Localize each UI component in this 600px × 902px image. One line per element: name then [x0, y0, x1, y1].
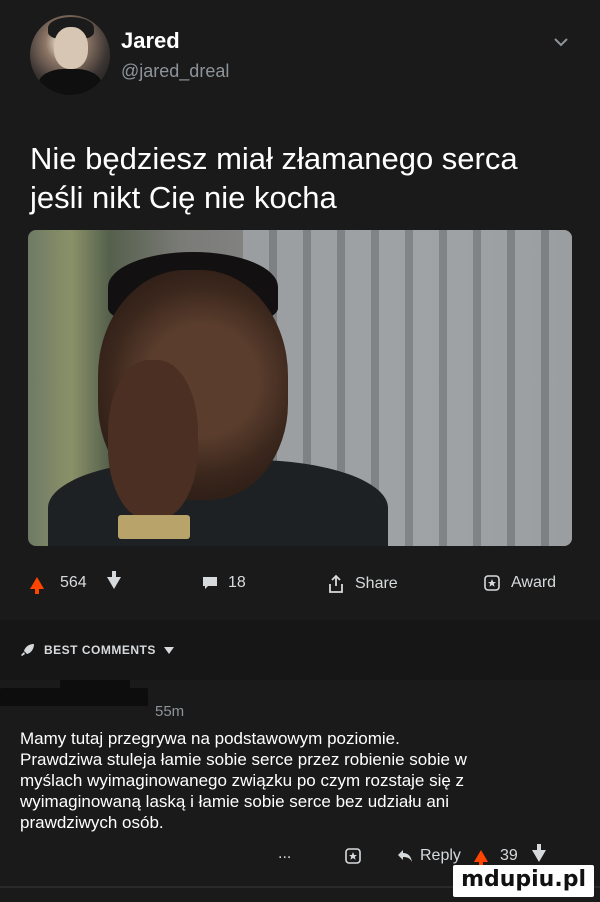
author-name[interactable]: Jared: [121, 28, 180, 54]
award-icon: [344, 847, 362, 865]
downvote-icon[interactable]: [531, 844, 546, 862]
comment-score: 39: [500, 847, 518, 864]
award-label: Award: [511, 574, 557, 591]
reply-label: Reply: [420, 847, 461, 864]
comment-count: 18: [228, 574, 246, 591]
comment-body: Mamy tutaj przegrywa na podstawowym pozi…: [20, 729, 467, 832]
post-author[interactable]: Jared @jared_dreal: [30, 15, 570, 99]
post-score: 564: [60, 574, 87, 591]
comments-button[interactable]: 18: [202, 574, 246, 592]
more-options-label: ...: [278, 845, 292, 862]
rocket-icon: [20, 642, 36, 658]
more-options-button[interactable]: ...: [278, 845, 291, 863]
downvote-icon[interactable]: [106, 571, 121, 589]
reply-icon: [396, 848, 414, 864]
share-button[interactable]: Share: [327, 574, 398, 594]
comment-award-button[interactable]: [344, 847, 362, 865]
author-avatar[interactable]: [30, 15, 110, 95]
author-handle[interactable]: @jared_dreal: [121, 61, 229, 82]
award-icon: [483, 574, 501, 592]
comments-sort-bar[interactable]: BEST COMMENTS: [0, 620, 600, 680]
watermark: mdupiu.pl: [453, 865, 594, 897]
chevron-down-icon[interactable]: [552, 33, 570, 51]
comment-icon: [202, 575, 218, 591]
comment-timestamp: 55m: [155, 703, 185, 720]
comments-sort-label: BEST COMMENTS: [44, 643, 156, 657]
comment-vote-group: 39: [474, 844, 546, 867]
post-actions-bar: 564 18 Share Award: [0, 566, 600, 610]
share-icon: [327, 574, 345, 594]
reply-button[interactable]: Reply: [396, 847, 461, 865]
chevron-down-icon: [163, 646, 174, 654]
vote-group: 564: [30, 571, 121, 594]
comment-author-redacted: [60, 680, 130, 692]
award-button[interactable]: Award: [483, 574, 556, 592]
post-card: Jared @jared_dreal Nie będziesz miał zła…: [0, 0, 600, 620]
share-label: Share: [355, 575, 398, 592]
post-image[interactable]: [28, 230, 572, 546]
post-text: Nie będziesz miał złamanego serca jeśli …: [30, 141, 518, 215]
upvote-icon[interactable]: [474, 850, 488, 867]
upvote-icon[interactable]: [30, 577, 44, 594]
